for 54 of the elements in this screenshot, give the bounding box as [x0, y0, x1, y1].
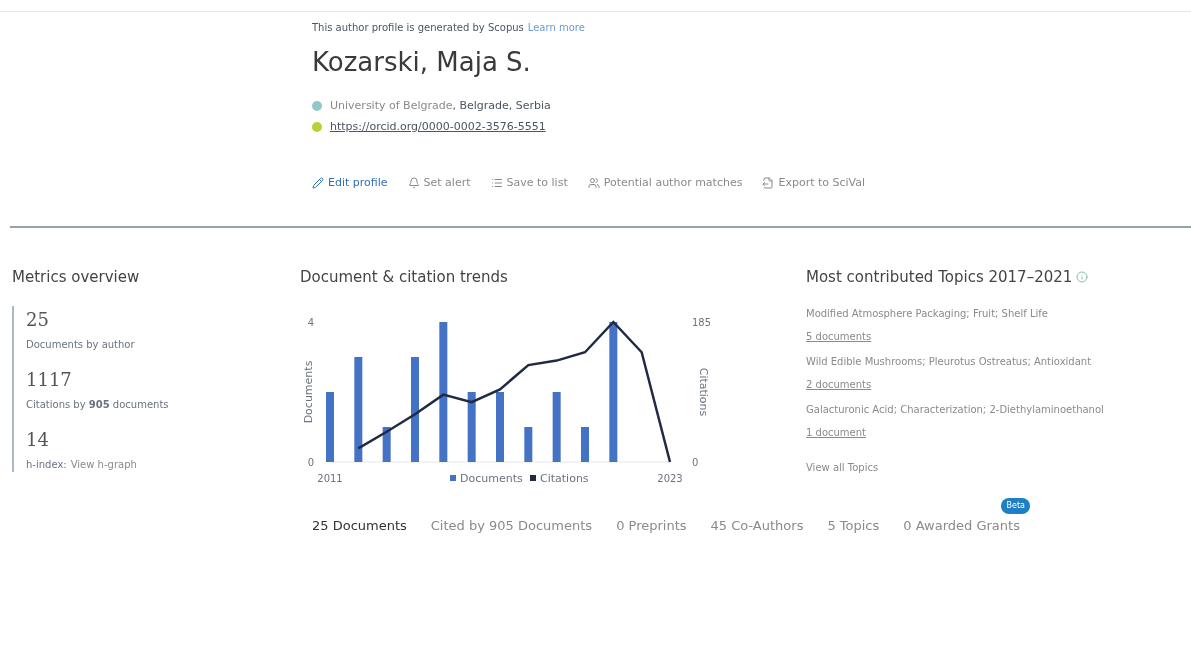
legend-item: Citations — [530, 472, 589, 485]
documents-bar — [496, 392, 504, 462]
axis-tick: 2011 — [317, 473, 343, 484]
metric-label: Documents by author — [26, 338, 135, 352]
axis-tick: 0 — [692, 457, 699, 468]
tab[interactable]: 5 Topics — [827, 516, 880, 536]
profile-action[interactable]: Edit profile — [312, 175, 388, 192]
axis-tick: 2023 — [657, 473, 683, 484]
metric-value: 25 — [26, 308, 50, 332]
topic-name: Galacturonic Acid; Characterization; 2-Diethylaminoethanol — [806, 403, 1104, 417]
people-icon — [587, 177, 600, 190]
documents-bar — [467, 392, 476, 462]
metric-label: Citations by 905 documents — [26, 398, 169, 412]
pencil-icon — [312, 177, 324, 190]
metric-label: h-index: — [26, 458, 67, 472]
bell-icon — [407, 177, 420, 190]
orcid-link[interactable]: https://orcid.org/0000-0002-3576-5551 — [330, 118, 546, 135]
learn-more-link[interactable]: Learn more — [527, 20, 585, 35]
metric-value: 14 — [26, 428, 50, 452]
topic-documents-link[interactable]: 2 documents — [806, 377, 872, 392]
metric-value: 1117 — [26, 368, 73, 392]
topic-documents-link[interactable]: 1 document — [806, 425, 866, 440]
view-all-topics-link[interactable]: View all Topics — [806, 460, 1191, 475]
axis-label: Documents — [302, 360, 315, 424]
documents-bar — [382, 427, 391, 462]
axis-tick: 4 — [307, 317, 314, 328]
author-name: Kozarski, Maja S. — [312, 46, 532, 79]
profile-notice: This author profile is generated by Scopus — [312, 21, 524, 35]
export-icon — [762, 177, 775, 190]
tab[interactable]: 45 Co-Authors — [710, 516, 804, 536]
tab[interactable]: 0 Preprints — [616, 516, 687, 536]
tab[interactable]: 0 Awarded Grants — [903, 516, 1020, 536]
tab[interactable]: 25 Documents — [312, 516, 407, 536]
legend-label: Citations — [540, 472, 589, 485]
topic-name: Wild Edible Mushrooms; Pleurotus Ostreatus; Antioxidant — [806, 355, 1092, 369]
documents-bar — [326, 392, 334, 462]
list-icon — [490, 177, 503, 190]
tab[interactable]: Cited by 905 Documents — [430, 516, 593, 536]
info-icon[interactable] — [1076, 270, 1089, 283]
topic-documents-link[interactable]: 5 documents — [806, 329, 872, 344]
documents-bar — [581, 427, 589, 462]
topic-name: Modified Atmosphere Packaging; Fruit; Shelf Life — [806, 307, 1048, 321]
affiliation-location: , Belgrade, Serbia — [452, 98, 551, 114]
section-title: Most contributed Topics 2017–2021 — [806, 266, 1073, 288]
legend-item: Documents — [450, 472, 523, 485]
h-graph-link[interactable]: View h-graph — [70, 457, 137, 472]
axis-tick: 185 — [692, 317, 710, 328]
axis-label: Citations — [697, 367, 710, 417]
beta-badge: Beta — [1001, 498, 1030, 514]
documents-bar — [524, 427, 533, 462]
documents-bar — [552, 392, 561, 462]
axis-tick: 0 — [307, 457, 314, 468]
section-title: Document & citation trends — [300, 266, 509, 288]
section-title: Metrics overview — [12, 266, 141, 288]
